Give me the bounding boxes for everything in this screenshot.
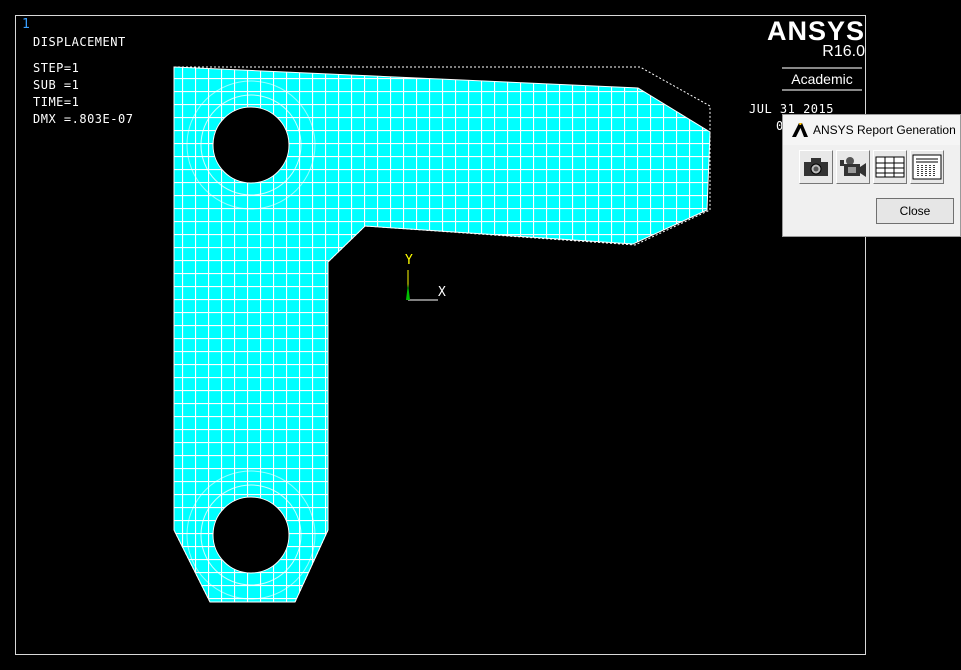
dmx-label: DMX =.803E-07 — [33, 112, 134, 126]
ansys-logo-icon — [792, 123, 808, 137]
window-number: 1 — [22, 17, 30, 32]
capture-image-button[interactable] — [799, 150, 833, 184]
camera-icon — [804, 158, 828, 176]
hole-bottom — [212, 496, 290, 574]
report-generation-dialog[interactable]: ANSYS Report Generation Close — [782, 114, 961, 237]
listing-icon — [912, 154, 942, 180]
license-badge: Academic — [782, 67, 862, 91]
table-icon — [875, 156, 905, 178]
hole-top — [212, 106, 290, 184]
close-button[interactable]: Close — [876, 198, 954, 224]
dialog-titlebar[interactable]: ANSYS Report Generation — [783, 115, 960, 145]
capture-listing-button[interactable] — [910, 150, 944, 184]
video-camera-icon — [840, 157, 866, 177]
ansys-version: R16.0 — [822, 43, 865, 60]
capture-animation-button[interactable] — [836, 150, 870, 184]
plot-title: DISPLACEMENT — [33, 35, 126, 49]
axis-x-label: X — [438, 285, 446, 300]
step-label: STEP=1 — [33, 61, 80, 75]
capture-table-button[interactable] — [873, 150, 907, 184]
sub-label: SUB =1 — [33, 78, 80, 92]
dialog-title: ANSYS Report Generation — [813, 123, 956, 137]
coordinate-triad: X Y — [405, 253, 446, 301]
model-plot: X Y — [173, 66, 711, 603]
axis-y-label: Y — [405, 253, 413, 268]
time-label: TIME=1 — [33, 95, 80, 109]
